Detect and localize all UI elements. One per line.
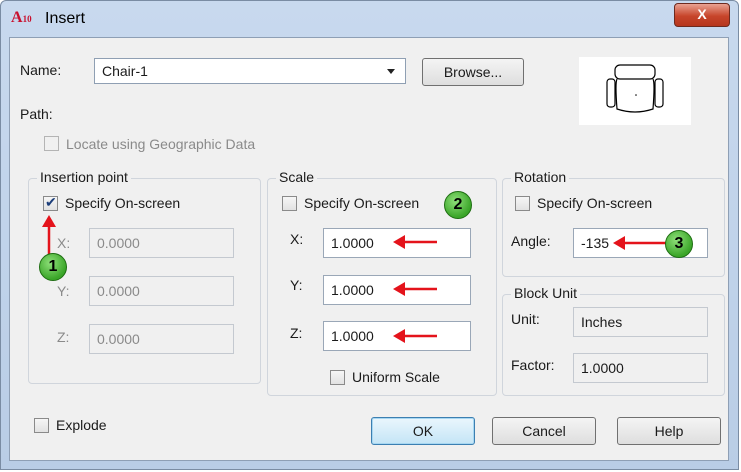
ok-button[interactable]: OK <box>371 417 475 445</box>
browse-button[interactable]: Browse... <box>422 58 524 86</box>
scale-x-label: X: <box>290 231 304 247</box>
angle-label: Angle: <box>511 233 551 249</box>
red-arrow-icon <box>613 236 667 250</box>
dropdown-arrow-icon[interactable] <box>387 69 395 74</box>
insertion-point-title: Insertion point <box>37 169 131 185</box>
insertion-y-field[interactable]: 0.0000 <box>89 276 234 306</box>
unit-field: Inches <box>573 307 708 337</box>
explode-checkbox[interactable] <box>34 418 49 433</box>
rotation-group: Rotation Specify On-screen Angle: -135 3 <box>502 169 725 277</box>
insertion-z-field[interactable]: 0.0000 <box>89 324 234 354</box>
insertion-z-label: Z: <box>57 329 70 345</box>
rotation-title: Rotation <box>511 169 570 185</box>
checkmark-icon: ✔ <box>45 194 57 210</box>
dialog-body: Name: Chair-1 Browse... Path: Locate usi… <box>9 37 729 461</box>
scale-z-label: Z: <box>290 325 303 341</box>
scale-group: Scale Specify On-screen 2 X: 1.0000 Y: 1… <box>267 169 497 396</box>
explode-label: Explode <box>56 417 107 433</box>
block-preview <box>579 57 691 125</box>
insertion-x-field[interactable]: 0.0000 <box>89 228 234 258</box>
insertion-y-label: Y: <box>57 283 70 299</box>
rotation-specify-label: Specify On-screen <box>537 195 653 211</box>
scale-y-label: Y: <box>290 277 303 293</box>
cancel-button[interactable]: Cancel <box>492 417 596 445</box>
insertion-point-group: Insertion point ✔ Specify On-screen X: 0… <box>28 169 261 384</box>
close-icon[interactable]: X <box>674 3 730 27</box>
uniform-scale-label: Uniform Scale <box>352 369 440 385</box>
help-button[interactable]: Help <box>617 417 721 445</box>
factor-field: 1.0000 <box>573 353 708 383</box>
factor-label: Factor: <box>511 357 555 373</box>
name-combo[interactable]: Chair-1 <box>94 58 406 84</box>
dialog-title: Insert <box>45 10 86 27</box>
unit-label: Unit: <box>511 311 540 327</box>
name-label: Name: <box>20 62 62 78</box>
callout-2: 2 <box>444 191 472 219</box>
callout-3: 3 <box>665 230 693 258</box>
scale-specify-checkbox[interactable] <box>282 196 297 211</box>
name-combo-value: Chair-1 <box>102 63 148 79</box>
geo-label: Locate using Geographic Data <box>66 136 256 152</box>
rotation-specify-checkbox[interactable] <box>515 196 530 211</box>
insertion-x-label: X: <box>57 235 71 251</box>
title-bar: A10 Insert X <box>1 1 738 37</box>
callout-1: 1 <box>39 253 67 281</box>
insertion-specify-checkbox[interactable]: ✔ <box>43 194 58 211</box>
insertion-specify-label: Specify On-screen <box>65 195 181 211</box>
uniform-scale-checkbox[interactable] <box>330 370 345 385</box>
red-arrow-icon <box>42 215 56 255</box>
block-unit-title: Block Unit <box>511 285 581 301</box>
red-arrow-icon <box>393 282 437 296</box>
geo-checkbox[interactable] <box>44 136 59 151</box>
red-arrow-icon <box>393 235 437 249</box>
scale-specify-label: Specify On-screen <box>304 195 420 211</box>
scale-title: Scale <box>276 169 318 185</box>
chair-preview-icon <box>606 64 664 113</box>
red-arrow-icon <box>393 329 437 343</box>
insert-dialog: A10 Insert X Name: Chair-1 Browse... Pat… <box>0 0 739 470</box>
block-unit-group: Block Unit Unit: Inches Factor: 1.0000 <box>502 285 725 396</box>
path-label: Path: <box>20 106 53 122</box>
autocad-app-icon: A10 <box>11 9 32 26</box>
